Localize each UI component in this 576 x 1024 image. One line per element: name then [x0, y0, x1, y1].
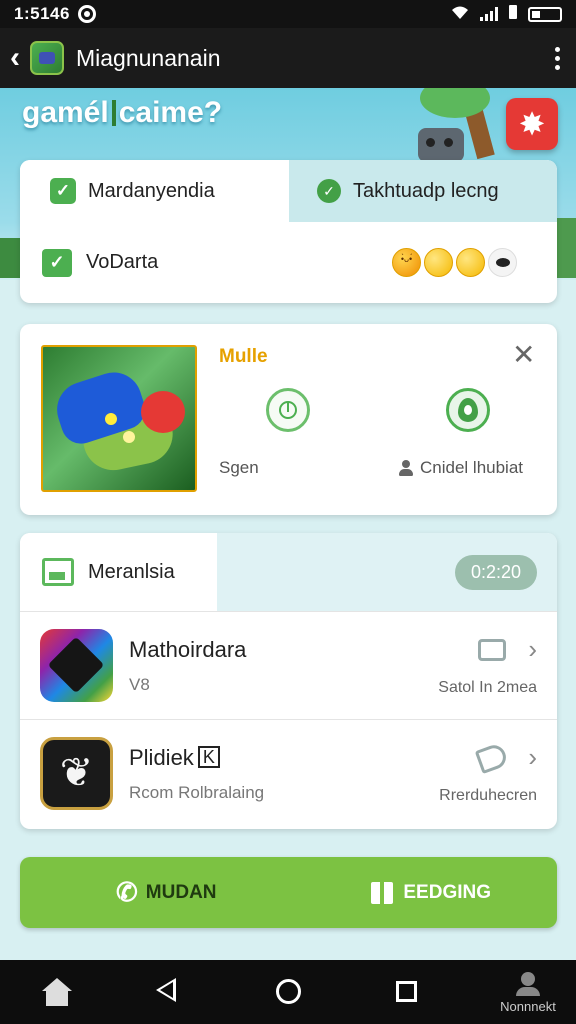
hero-badge-icon[interactable]: ✸	[506, 98, 558, 150]
profile-button[interactable]: Nonnnekt	[488, 972, 568, 1014]
list-header-title: Meranlsia	[88, 560, 175, 583]
chat-icon[interactable]	[478, 638, 507, 661]
app-bar: ‹ Miagnunanain	[0, 28, 576, 88]
tab-label: Mardanyendia	[88, 179, 215, 202]
list-item-subtitle: V8	[129, 674, 150, 694]
coin-icon[interactable]	[456, 248, 485, 277]
hero-headline: gamél caime?	[22, 96, 222, 130]
mode-option-right[interactable]: Cnidel lhubiat	[398, 458, 523, 478]
image-icon	[42, 558, 74, 586]
hero-right-decoration	[556, 218, 576, 278]
list-item-meta: Satol In 2mea	[438, 679, 537, 696]
battery-icon	[528, 6, 562, 22]
drop-icon[interactable]	[446, 388, 490, 432]
tag-icon[interactable]	[475, 741, 510, 774]
list-item-title: Mathoirdara	[129, 636, 247, 662]
close-icon[interactable]: ✕	[512, 338, 535, 371]
gift-icon	[371, 875, 394, 904]
mode-option-left[interactable]: Sgen	[219, 458, 259, 478]
list-header-filler: 0:2:20	[217, 533, 557, 611]
list-item[interactable]: PlidiekK Rcom Rolbralaing › Rrerduhecren	[20, 719, 557, 827]
app-icon-plidiek	[40, 737, 113, 810]
robot-illustration	[418, 128, 464, 162]
list-item-title-text: Plidiek	[129, 744, 194, 770]
tab-mardanyendia[interactable]: ✓ Mardanyendia	[20, 160, 289, 222]
hero-left-decoration	[0, 238, 20, 278]
text-cursor	[111, 100, 116, 126]
tab-bar: ✓ Mardanyendia ✓ Takhtuadp lecng	[20, 160, 557, 222]
list-item-meta-block: › Satol In 2mea	[438, 634, 537, 697]
tab-content: ✓ VoDarta	[20, 222, 557, 303]
pin-badge: K	[197, 745, 220, 768]
reaction-row	[392, 248, 517, 277]
leaf-icon: ✓	[317, 179, 341, 203]
list-item-title: Plidiek K	[129, 745, 264, 771]
list-item-text: Mathoirdara V8	[129, 637, 246, 695]
gift-action[interactable]: EEDGING	[371, 875, 491, 904]
time-badge: 0:2:20	[454, 554, 537, 590]
coin-icon[interactable]	[424, 248, 453, 277]
timer-icon[interactable]	[266, 388, 310, 432]
list-header-tab[interactable]: Meranlsia	[20, 533, 217, 611]
list-item-subtitle: Rcom Rolbralaing	[129, 782, 265, 802]
chevron-right-icon[interactable]: ›	[528, 634, 537, 665]
option-label: VoDarta	[86, 251, 159, 273]
game-list-card: Meranlsia 0:2:20 Mathoirdara V8 › Satol …	[20, 533, 557, 829]
tabs-card: ✓ Mardanyendia ✓ Takhtuadp lecng ✓ VoDar…	[20, 160, 557, 303]
face-emoji-icon[interactable]	[392, 248, 421, 277]
more-options-icon[interactable]	[549, 41, 566, 76]
chevron-right-icon[interactable]: ›	[528, 742, 537, 773]
app-title: Miagnunanain	[76, 44, 221, 71]
gift-action-label: EEDGING	[403, 881, 491, 903]
signal-icon	[480, 7, 498, 21]
tab-takhtuadp[interactable]: ✓ Takhtuadp lecng	[289, 160, 557, 222]
mode-option-right-label: Cnidel lhubiat	[420, 458, 524, 477]
back-triangle-icon[interactable]	[156, 978, 176, 1002]
user-icon	[521, 972, 535, 986]
app-icon-mathoirdara	[40, 629, 113, 702]
sim-icon	[508, 4, 518, 25]
status-time: 1:5146	[14, 4, 70, 23]
mode-title: Mulle	[219, 346, 268, 367]
back-arrow-icon[interactable]: ‹	[10, 41, 26, 75]
panda-emoji-icon[interactable]	[488, 248, 517, 277]
profile-label: Nonnnekt	[500, 999, 556, 1014]
hero-headline-part1: gamél	[22, 96, 109, 129]
gamepad-artwork[interactable]	[41, 345, 197, 492]
recording-icon	[77, 5, 96, 23]
list-item[interactable]: Mathoirdara V8 › Satol In 2mea	[20, 611, 557, 719]
hero-headline-part2: caime?	[118, 96, 223, 129]
checkbox-checked-icon: ✓	[50, 178, 76, 204]
status-bar: 1:5146	[0, 0, 576, 28]
call-action-label: MUDAN	[145, 881, 217, 903]
call-action[interactable]: ✆ MUDAN	[116, 877, 217, 908]
wifi-icon	[450, 4, 470, 25]
status-icons	[450, 4, 562, 25]
tab-label: Takhtuadp lecng	[353, 179, 499, 202]
user-icon-body	[516, 987, 540, 996]
app-logo	[30, 41, 64, 75]
phone-icon: ✆	[116, 877, 138, 907]
game-mode-card: Mulle ✕ Sgen Cnidel lhubiat	[20, 324, 557, 515]
people-icon	[398, 460, 414, 476]
list-item-meta-block: › Rrerduhecren	[439, 741, 537, 805]
home-icon[interactable]	[42, 978, 72, 1006]
system-nav-bar: Nonnnekt	[0, 960, 576, 1024]
checkbox-checked-icon[interactable]: ✓	[42, 248, 72, 277]
list-item-text: Plidiek K Rcom Rolbralaing	[129, 745, 264, 803]
home-circle-icon[interactable]	[276, 979, 301, 1004]
recents-square-icon[interactable]	[396, 981, 417, 1002]
action-bar-button[interactable]: ✆ MUDAN EEDGING	[20, 857, 557, 928]
list-header: Meranlsia 0:2:20	[20, 533, 557, 611]
list-item-meta: Rrerduhecren	[439, 787, 537, 804]
